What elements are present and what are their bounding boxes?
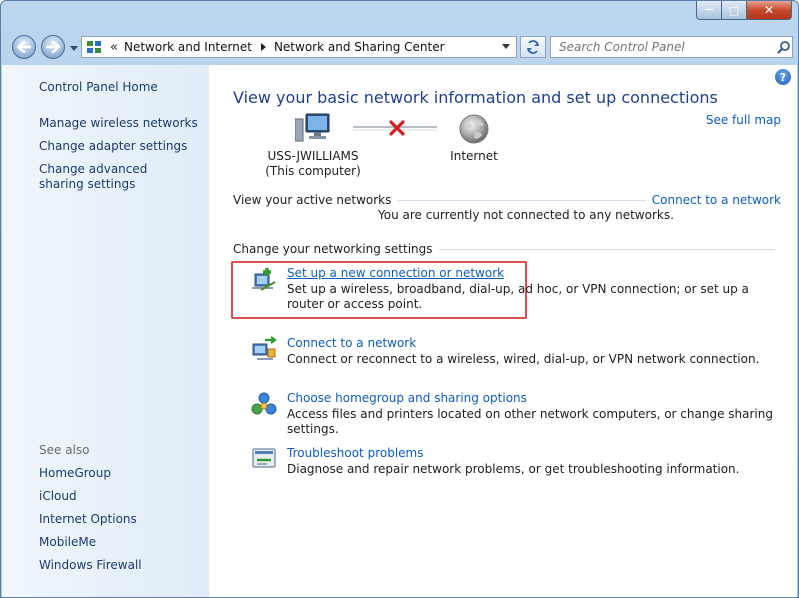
change-settings-row: Change your networking settings (233, 241, 781, 257)
internet-globe-icon[interactable] (458, 113, 490, 145)
search-box[interactable] (550, 36, 793, 58)
see-full-map-link[interactable]: See full map (706, 113, 781, 127)
minimize-button[interactable]: — (696, 1, 722, 20)
see-also-mobileme[interactable]: MobileMe (39, 535, 96, 550)
back-arrow-icon (17, 41, 31, 53)
task-homegroup-title[interactable]: Choose homegroup and sharing options (287, 391, 527, 405)
connect-to-network-link[interactable]: Connect to a network (652, 193, 781, 207)
forward-arrow-icon (46, 41, 60, 53)
task-setup-connection-desc: Set up a wireless, broadband, dial-up, a… (287, 282, 749, 311)
divider (438, 248, 775, 250)
sidebar-control-panel-home[interactable]: Control Panel Home (39, 80, 158, 95)
see-also-windows-firewall[interactable]: Windows Firewall (39, 558, 142, 573)
recent-pages-dropdown[interactable] (70, 41, 78, 55)
task-connect-network-title[interactable]: Connect to a network (287, 336, 416, 350)
breadcrumb-separator-icon[interactable] (258, 42, 268, 52)
task-troubleshoot-title[interactable]: Troubleshoot problems (287, 446, 423, 460)
task-homegroup: Choose homegroup and sharing options Acc… (251, 391, 781, 436)
divider (397, 199, 646, 201)
address-bar[interactable]: « Network and Internet Network and Shari… (81, 36, 517, 58)
task-connect-network: Connect to a network Connect or reconnec… (251, 336, 781, 368)
computer-label: USS-JWILLIAMS (This computer) (257, 149, 369, 179)
task-connect-network-desc: Connect or reconnect to a wireless, wire… (287, 352, 760, 366)
title-bar[interactable]: — □ ✕ (1, 1, 798, 29)
back-button[interactable] (12, 35, 36, 59)
task-troubleshoot: Troubleshoot problems Diagnose and repai… (251, 446, 781, 478)
sidebar-manage-wireless-networks[interactable]: Manage wireless networks (39, 116, 198, 131)
refresh-button[interactable] (520, 36, 546, 58)
active-networks-label: View your active networks (233, 193, 392, 207)
breadcrumb-network-and-sharing-center[interactable]: Network and Sharing Center (274, 40, 445, 54)
new-connection-icon[interactable] (251, 266, 277, 292)
change-settings-label: Change your networking settings (233, 242, 433, 256)
search-icon[interactable] (777, 40, 791, 54)
troubleshoot-icon[interactable] (251, 446, 277, 472)
see-also-homegroup[interactable]: HomeGroup (39, 466, 111, 481)
address-overflow[interactable]: « (110, 40, 118, 55)
maximize-icon: □ (728, 3, 740, 17)
page-title: View your basic network information and … (233, 88, 718, 107)
sidebar-change-adapter-settings[interactable]: Change adapter settings (39, 139, 187, 154)
sidebar-change-advanced-sharing[interactable]: Change advanced sharing settings (39, 162, 189, 192)
error-x-icon[interactable] (389, 120, 405, 136)
not-connected-message: You are currently not connected to any n… (378, 208, 674, 222)
close-icon: ✕ (763, 3, 775, 17)
caption-buttons: — □ ✕ (696, 1, 792, 20)
help-icon[interactable]: ? (775, 69, 791, 85)
task-setup-connection-title[interactable]: Set up a new connection or network (287, 266, 504, 280)
forward-button[interactable] (41, 35, 65, 59)
chevron-down-icon (70, 46, 78, 51)
address-dropdown-icon[interactable] (502, 44, 510, 50)
see-also-heading: See also (39, 443, 90, 457)
see-also-internet-options[interactable]: Internet Options (39, 512, 137, 527)
minimize-icon: — (704, 5, 714, 15)
control-panel-icon (87, 41, 101, 53)
task-homegroup-desc: Access files and printers located on oth… (287, 407, 773, 436)
internet-label: Internet (450, 149, 498, 163)
computer-icon[interactable] (295, 113, 331, 143)
computer-name: USS-JWILLIAMS (267, 149, 359, 163)
window: — □ ✕ « Network and Internet Network and… (0, 0, 799, 598)
connect-network-icon[interactable] (251, 336, 277, 362)
close-button[interactable]: ✕ (747, 1, 792, 20)
main-content: ? View your basic network information an… (209, 65, 797, 597)
computer-sub: (This computer) (265, 164, 361, 178)
task-setup-connection: Set up a new connection or network Set u… (251, 266, 781, 316)
active-networks-row: View your active networks Connect to a n… (233, 192, 781, 208)
maximize-button[interactable]: □ (722, 1, 747, 20)
breadcrumb-network-and-internet[interactable]: Network and Internet (124, 40, 252, 54)
refresh-icon (527, 40, 539, 54)
see-also-icloud[interactable]: iCloud (39, 489, 77, 504)
search-input[interactable] (557, 39, 771, 55)
task-troubleshoot-desc: Diagnose and repair network problems, or… (287, 462, 740, 476)
sidebar: Control Panel Home Manage wireless netwo… (2, 65, 210, 597)
navigation-bar: « Network and Internet Network and Shari… (1, 31, 798, 63)
homegroup-icon[interactable] (251, 391, 277, 417)
